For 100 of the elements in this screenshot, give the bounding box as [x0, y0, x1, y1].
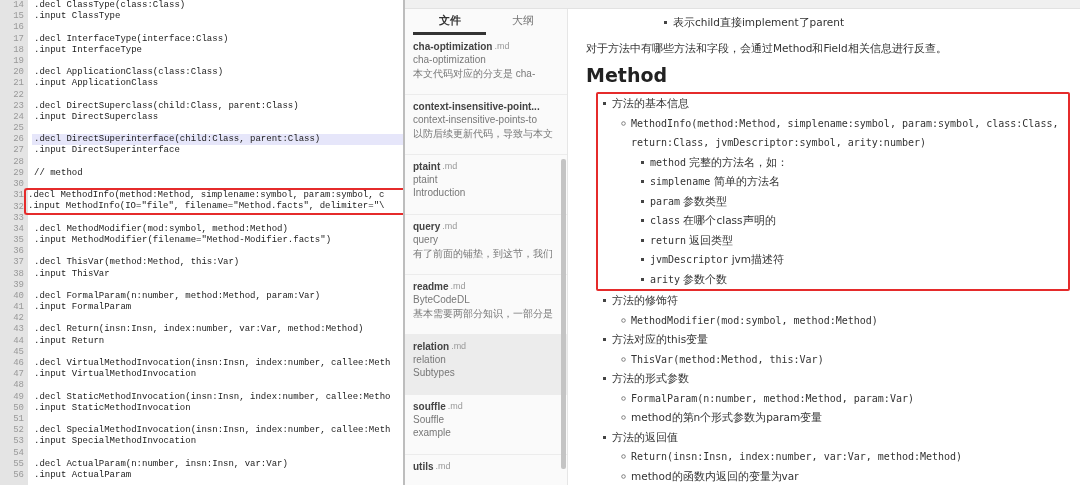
file-excerpt: 基本需要两部分知识，一部分是 — [413, 307, 554, 321]
list-item-text: class 在哪个class声明的 — [650, 213, 776, 228]
file-extension: .md — [447, 401, 463, 412]
line-number: 19 — [12, 55, 25, 68]
line-number: 30 — [12, 179, 25, 191]
line-number: 43 — [12, 324, 25, 336]
code-line: .input FormalParam — [33, 302, 132, 314]
square-bullet-icon — [640, 179, 645, 185]
file-item[interactable]: cha-optimization .md cha-optimization 本文代码对应的分支是 cha- — [405, 35, 567, 95]
line-number: 32 — [12, 201, 25, 213]
code-line: .decl ActualParam(n:number, insn:Insn, var:Var) — [33, 458, 288, 470]
line-number: 25 — [12, 123, 25, 135]
line-number: 18 — [12, 44, 25, 56]
line-number: 52 — [12, 425, 25, 437]
line-number: 22 — [12, 89, 25, 101]
list-item-text: 方法对应的this变量 — [612, 332, 709, 347]
line-number: 31 — [12, 190, 25, 202]
code-line: .input StaticMethodInvocation — [33, 402, 191, 414]
square-bullet-icon — [602, 101, 607, 107]
code-line: .input DirectSuperclass — [33, 111, 159, 124]
list-item-text: 方法的修饰符 — [612, 293, 678, 308]
line-number: 33 — [12, 212, 25, 224]
square-bullet-icon — [640, 198, 645, 204]
line-number: 35 — [12, 234, 25, 247]
line-number: 56 — [12, 469, 25, 482]
line-number: 44 — [12, 335, 25, 347]
list-item-text: return 返回类型 — [650, 232, 734, 248]
file-name: readme — [413, 281, 449, 292]
square-bullet-icon — [640, 276, 645, 282]
line-number: 50 — [12, 402, 25, 414]
line-number: 36 — [12, 246, 25, 258]
file-title: ptaint — [413, 174, 439, 185]
line-number: 48 — [12, 380, 25, 392]
line-number: 27 — [12, 145, 25, 157]
line-number: 49 — [12, 391, 25, 403]
line-number: 20 — [12, 67, 25, 79]
line-number: 15 — [12, 11, 25, 23]
square-bullet-icon — [602, 376, 607, 382]
section-heading: Method — [586, 63, 669, 88]
circle-bullet-icon — [621, 356, 626, 362]
list-item-text: jvmDescriptor jvm描述符 — [650, 252, 784, 267]
code-editor[interactable] — [0, 0, 405, 485]
file-title: ByteCodeDL — [413, 294, 471, 305]
file-extension: .md — [450, 281, 466, 292]
list-item-text: MethodInfo(method:Method, simplename:symbol, param:symbol, class:Class, return:Class, jvmDescriptor:symbol, arity:number) — [631, 116, 1060, 150]
circle-bullet-icon — [621, 317, 626, 323]
line-number: 39 — [12, 279, 25, 291]
code-line: .input ThisVar — [33, 268, 110, 280]
code-line: .input Return — [33, 335, 105, 347]
file-extension: .md — [442, 221, 458, 232]
line-number: 40 — [12, 290, 25, 303]
file-name: ptaint — [413, 161, 441, 172]
file-item[interactable]: context-insensitive-point... context-insensitive-points-to 以防后续更新代码，导致与本文 — [405, 95, 567, 155]
file-excerpt: example — [413, 427, 452, 438]
code-line: .decl DirectSuperclass(child:Class, parent:Class) — [33, 100, 299, 112]
code-line: .decl VirtualMethodInvocation(insn:Insn, index:number, callee:Meth — [33, 358, 391, 369]
paragraph: 对于方法中有哪些方法和字段，会通过Method和Field相关信息进行反查。 — [586, 40, 948, 56]
square-bullet-icon — [640, 237, 645, 243]
square-bullet-icon — [663, 20, 668, 26]
list-item-text: simplename 简单的方法名 — [650, 174, 780, 189]
file-title: relation — [413, 354, 447, 365]
file-extension: .md — [435, 461, 451, 472]
code-line: .decl FormalParam(n:number, method:Method, param:Var) — [33, 290, 321, 302]
circle-bullet-icon — [621, 120, 626, 126]
code-line: .decl Return(insn:Insn, index:number, var:Var, method:Method) — [33, 324, 364, 336]
file-title: cha-optimization — [413, 54, 487, 65]
circle-bullet-icon — [621, 395, 626, 401]
code-line: .decl ThisVar(method:Method, this:Var) — [33, 257, 240, 269]
square-bullet-icon — [602, 298, 607, 304]
code-line: .input ActualParam — [33, 469, 132, 482]
file-extension: .md — [494, 41, 510, 52]
file-extension: .md — [442, 161, 458, 172]
line-number: 28 — [12, 156, 25, 168]
line-number: 37 — [12, 257, 25, 269]
scrollbar[interactable] — [561, 159, 566, 469]
list-item-text: method的函数内返回的变量为var — [631, 468, 799, 484]
code-line: .decl ClassType(class:Class) — [33, 0, 186, 11]
code-line: .input DirectSuperinterface — [33, 145, 180, 157]
line-number: 54 — [12, 447, 25, 459]
file-excerpt: Subtypes — [413, 367, 456, 378]
square-bullet-icon — [640, 257, 645, 263]
sidebar-tab[interactable]: 大纲 — [486, 9, 559, 35]
list-item-text: method的第n个形式参数为param变量 — [631, 410, 823, 425]
list-item-text: arity 参数个数 — [650, 271, 728, 287]
square-bullet-icon — [640, 218, 645, 224]
code-line: .decl MethodInfo(method:Method, simplename:symbol, param:symbol, c — [27, 190, 385, 201]
file-title: context-insensitive-points-to — [413, 114, 538, 125]
line-number: 29 — [12, 167, 25, 179]
file-item[interactable]: relation .md relation Subtypes — [405, 335, 567, 395]
file-name: relation — [413, 341, 450, 352]
sidebar-tab[interactable]: 文件 — [413, 9, 486, 35]
line-number: 55 — [12, 458, 25, 470]
code-line: .decl StaticMethodInvocation(insn:Insn, index:number, callee:Metho — [33, 391, 391, 403]
list-item-text: 表示child直接implement了parent — [673, 15, 844, 30]
line-number: 42 — [12, 313, 25, 325]
code-line: .input ClassType — [33, 11, 121, 23]
file-extension: .md — [451, 341, 467, 352]
file-title: query — [413, 234, 439, 245]
line-number: 17 — [12, 33, 25, 45]
code-line: .input MethodModifier(filename="Method-Modifier.facts") — [33, 234, 332, 247]
